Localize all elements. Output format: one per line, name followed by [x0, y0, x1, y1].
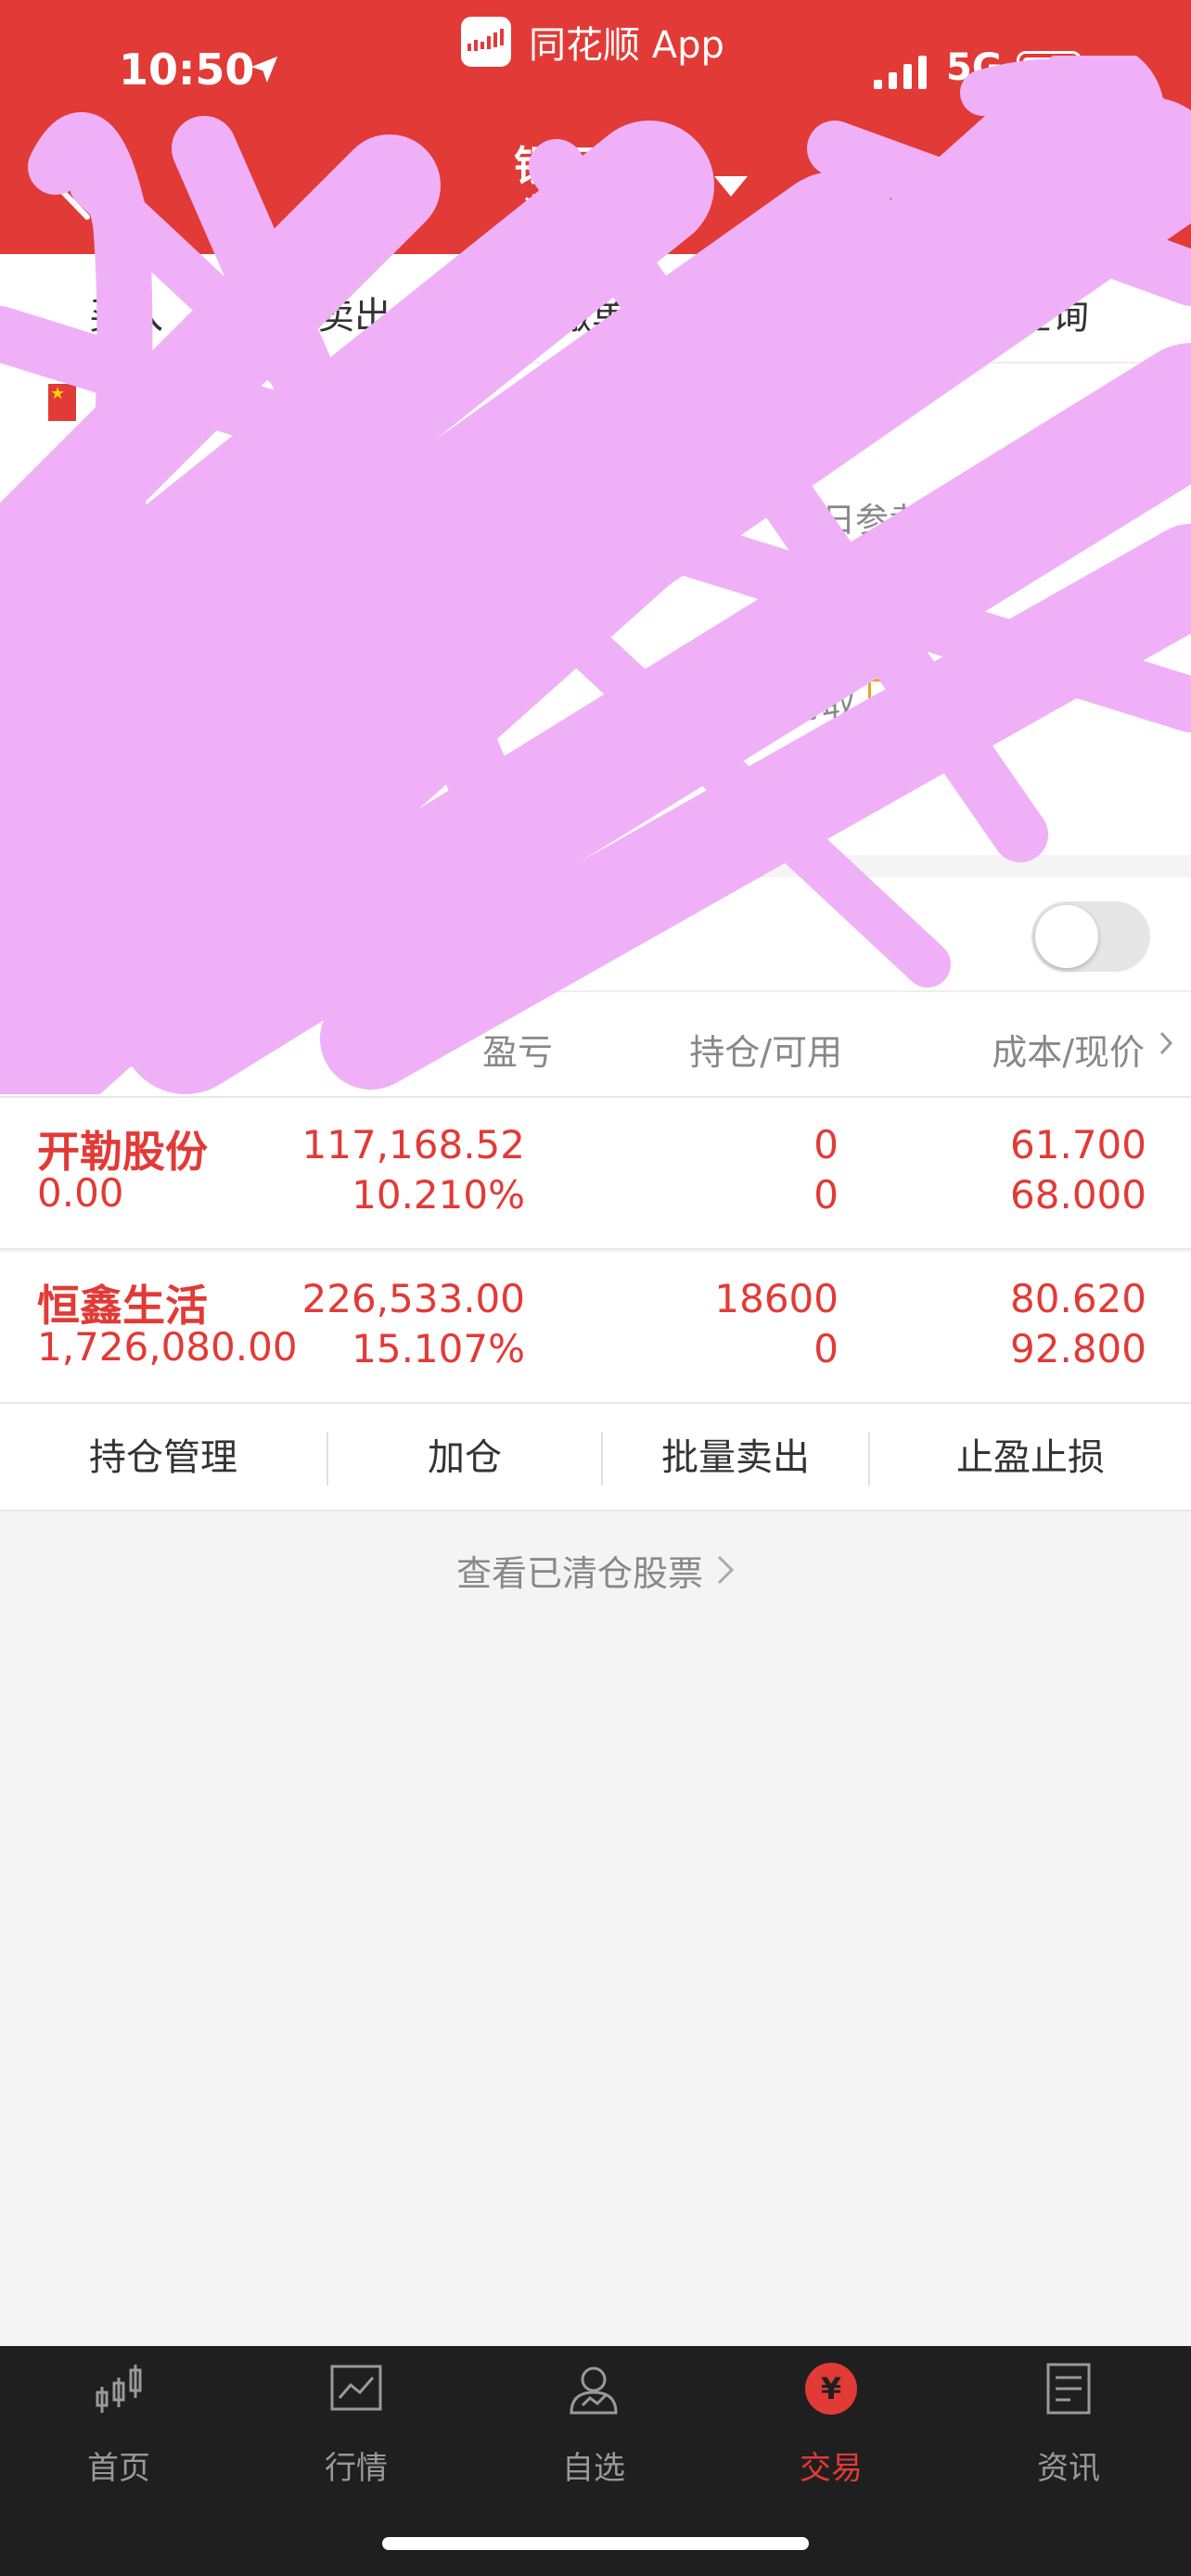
- add-position-button[interactable]: 加仓: [328, 1404, 601, 1511]
- holding-qty: 0: [813, 1122, 839, 1167]
- available-qty: 0: [813, 1326, 839, 1371]
- nav-label: 行情: [325, 2450, 388, 2487]
- nav-home[interactable]: 首页: [0, 2346, 237, 2504]
- nav-trade[interactable]: ¥ 交易: [712, 2346, 950, 2504]
- nav-market[interactable]: 行情: [237, 2346, 475, 2504]
- svg-text:¥: ¥: [821, 2371, 841, 2406]
- cleared-stocks-link[interactable]: 查看已清仓股票: [0, 1545, 1191, 1596]
- nav-label: 资讯: [1037, 2450, 1100, 2487]
- cleared-stocks-label: 查看已清仓股票: [455, 1553, 703, 1594]
- pnl-percent: 15.107%: [352, 1326, 525, 1371]
- privacy-scribble: [0, 56, 1191, 1094]
- yen-icon: ¥: [805, 2363, 857, 2415]
- nav-label: 交易: [800, 2450, 863, 2487]
- market-value: 0.00: [37, 1170, 124, 1216]
- cost-price: 61.700: [1010, 1122, 1146, 1167]
- chevron-right-icon: [717, 1555, 735, 1585]
- user-icon: [570, 2366, 618, 2415]
- available-qty: 0: [813, 1172, 839, 1218]
- nav-label: 自选: [562, 2450, 625, 2487]
- cost-price: 80.620: [1010, 1276, 1146, 1321]
- holding-qty: 18600: [714, 1276, 839, 1321]
- pnl-percent: 10.210%: [352, 1172, 525, 1218]
- current-price: 68.000: [1010, 1172, 1146, 1218]
- position-row[interactable]: 恒鑫生活 1,726,080.00 226,533.00 15.107% 186…: [0, 1252, 1191, 1404]
- pnl-amount: 117,168.52: [301, 1122, 525, 1167]
- candlestick-icon: [96, 2365, 142, 2413]
- market-value: 1,726,080.00: [37, 1324, 298, 1370]
- position-actions: 持仓管理 加仓 批量卖出 止盈止损: [0, 1404, 1191, 1511]
- batch-sell-button[interactable]: 批量卖出: [603, 1404, 868, 1511]
- nav-watchlist[interactable]: 自选: [475, 2346, 712, 2504]
- position-row[interactable]: 开勒股份 0.00 117,168.52 10.210% 0 0 61.700 …: [0, 1098, 1191, 1250]
- nav-label: 首页: [87, 2450, 150, 2487]
- nav-news[interactable]: 资讯: [950, 2346, 1187, 2504]
- pnl-amount: 226,533.00: [301, 1276, 525, 1321]
- stop-profit-loss-button[interactable]: 止盈止损: [870, 1404, 1191, 1511]
- news-icon: [1046, 2363, 1091, 2415]
- current-price: 92.800: [1010, 1326, 1146, 1371]
- chart-icon: [330, 2365, 382, 2411]
- manage-positions-button[interactable]: 持仓管理: [0, 1404, 327, 1511]
- home-indicator: [382, 2537, 809, 2550]
